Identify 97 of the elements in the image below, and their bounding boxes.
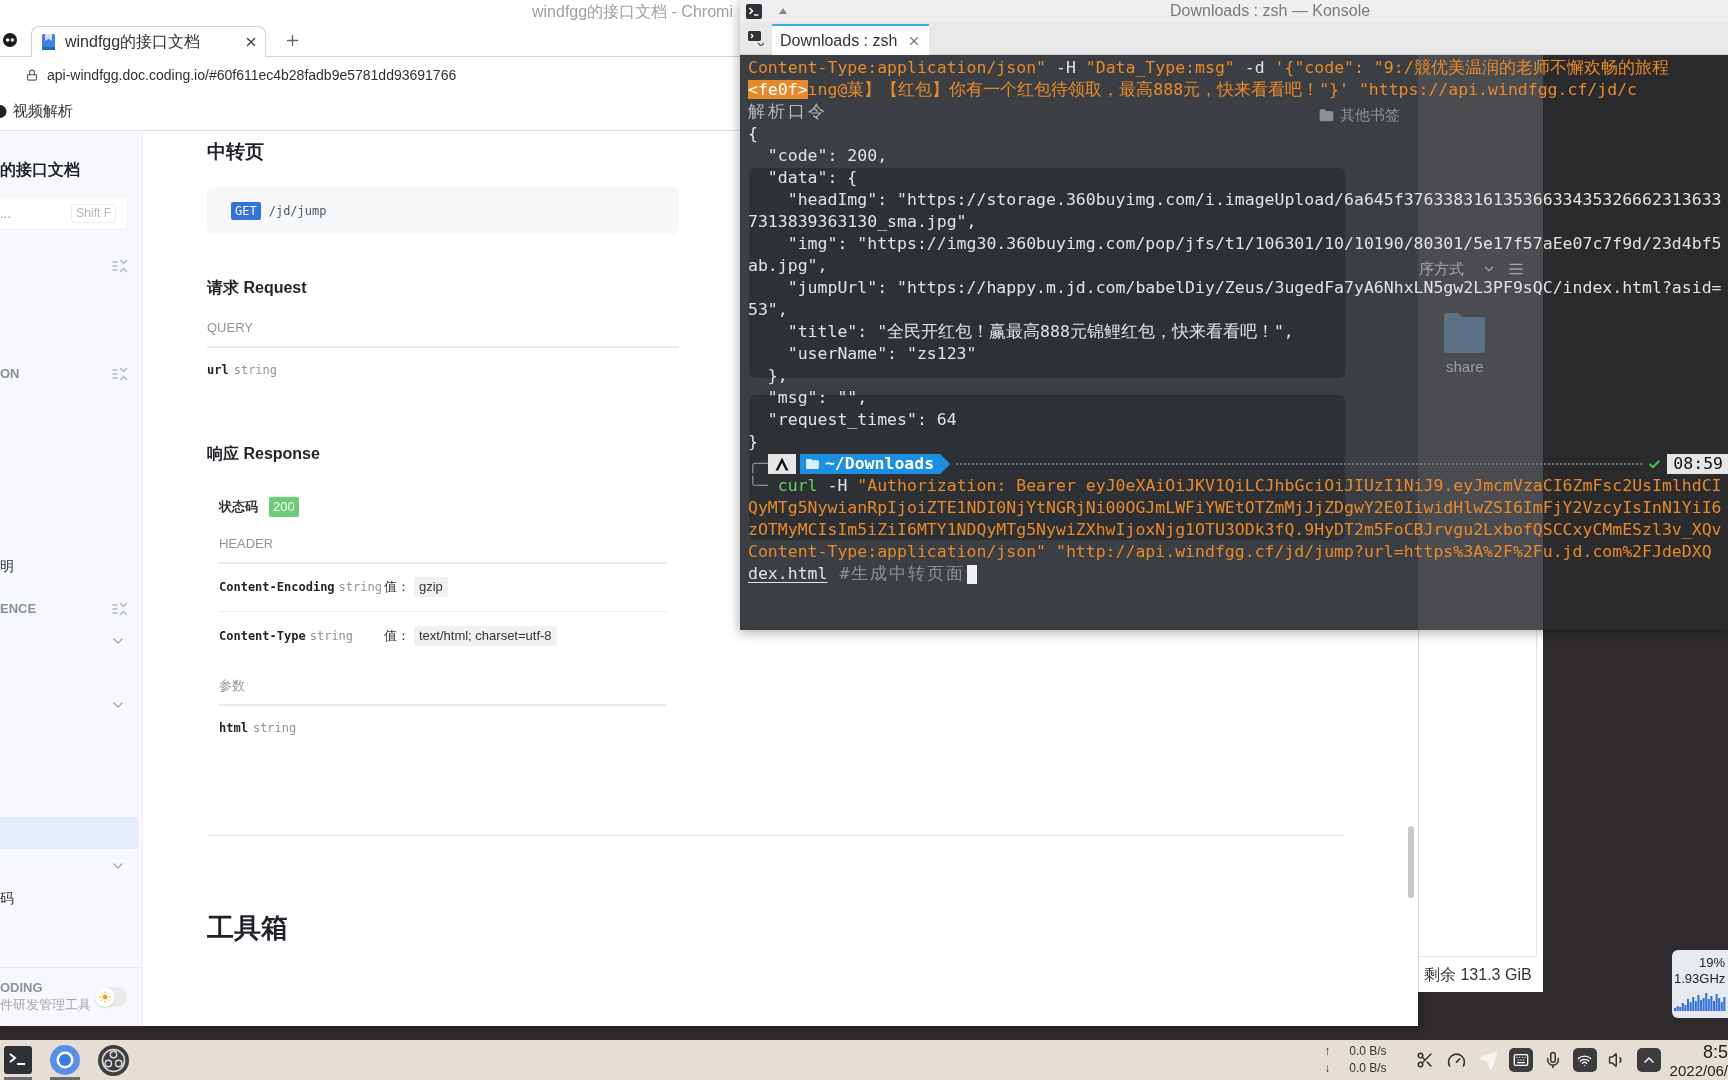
terminal-line: 53",	[748, 299, 788, 321]
brand-tagline: 件研发管理工具	[0, 996, 91, 1014]
terminal-line: },	[766, 365, 788, 387]
param-type: string	[252, 720, 297, 737]
terminal-line: }	[748, 431, 758, 453]
prompt-directory: ~/Downloads	[824, 453, 935, 475]
terminal-line: ab.jpg",	[748, 255, 828, 277]
terminal-tab[interactable]: Downloads : zsh	[772, 24, 930, 55]
window-title: windfgg的接口文档 - Chromi	[532, 2, 733, 22]
terminal-line: ╰─ curl -H "Authorization: Bearer eyJ0eXAiOiJKV1QiLCJhbGciOiJIUzI1NiJ9.eyJmcmVzaCI6ZmFsc2UsImlhdCI	[748, 475, 1722, 497]
list-icon	[1508, 261, 1524, 277]
terminal-line: "userName": "zs123"	[786, 343, 977, 365]
method-badge: GET	[231, 201, 261, 220]
param-name: html	[219, 720, 248, 737]
nav-item[interactable]: 码	[0, 887, 14, 909]
terminal-line: "data": {	[766, 167, 858, 189]
clock-date: 2022/06/	[1669, 1061, 1728, 1079]
group-label: HEADER	[219, 535, 274, 553]
header-type: string	[309, 628, 354, 645]
terminal-icon[interactable]	[4, 1046, 32, 1074]
gauge-icon[interactable]	[1447, 1050, 1467, 1070]
section-heading: ON	[0, 365, 20, 384]
terminal-icon[interactable]	[746, 3, 762, 19]
terminal-line: Content-Type:application/json" -H "Data_Type:msg" -d '{"code": "9:/競优美温润的老师不懈欢畅的旅程	[748, 57, 1669, 79]
header-type: string	[338, 579, 382, 596]
terminal-line: <fe0f>ıng@菓】【红包】你有一个红包待领取，最高888元，快来看看吧！"}' "https://api.windfgg.cf/jd/c	[748, 79, 1638, 101]
sidebar-title: 的接口文档	[0, 160, 80, 180]
page-heading: 中转页	[207, 140, 264, 164]
scrollbar-thumb[interactable]	[1408, 826, 1414, 898]
theme-toggle[interactable]	[95, 987, 127, 1007]
section-heading: 响应 Response	[207, 444, 320, 464]
net-speed: 0.0 B/s	[1349, 1060, 1387, 1077]
sun-icon	[95, 987, 115, 1007]
terminal-line: QyMTg5NywianRpIjoiZTE1NDI0NjYtNGRjNi00OGJmLWFiYWEtOTZmMjJjZDgwY2E0IiwidHlwZSI6ImFjY2VzcyIsInN1YiI6	[748, 497, 1722, 519]
header-name: Content-Type	[219, 628, 306, 645]
favicon-icon	[0, 105, 7, 118]
status-badge: 200	[269, 497, 299, 517]
terminal-line: {	[748, 123, 758, 145]
caret-up-icon[interactable]	[1636, 1048, 1661, 1072]
prompt-time: 08:59	[1667, 454, 1728, 474]
browser-tab[interactable]: windfgg的接口文档	[31, 26, 266, 57]
status-label: 状态码	[219, 498, 258, 517]
swirl-icon[interactable]	[98, 1044, 129, 1076]
bookmark-folder-label: 其他书签	[1340, 105, 1400, 125]
terminal-line: "jumpUrl": "https://happy.m.jd.com/babelDiy/Zeus/3ugedFa7yA6NhxLN5gw2L3PF9sQC/index.html?asid=	[786, 277, 1722, 299]
terminal-line: "request_times": 64	[766, 409, 957, 431]
bookmark-item[interactable]: 视频解析	[0, 100, 73, 123]
close-icon[interactable]	[244, 35, 258, 49]
folder-icon	[1319, 108, 1334, 123]
net-speed: 0.0 B/s	[1349, 1043, 1387, 1060]
terminal-line: "code": 200,	[766, 145, 888, 167]
wifi-icon[interactable]	[1572, 1048, 1597, 1072]
section-title: 工具箱	[207, 912, 288, 945]
header-value: text/html; charset=utf-8	[414, 626, 557, 646]
window-title: Downloads : zsh — Konsole	[1170, 1, 1371, 21]
group-label: 参数	[219, 677, 245, 695]
terminal-line: "img": "https://img30.360buyimg.com/pop/jfs/t1/106301/10/10190/80301/5e17f57aEe07c7f9d/23d4bf5	[786, 233, 1722, 255]
speed-arrow: ↓	[1324, 1060, 1332, 1077]
terminal-line: zOTMyMCIsIm5iZiI6MTY1NDQyMTg5NywiZXhwIjoxNjg1OTU3ODk3fQ.9HyDT2m5FoCBJrvgu2LxbofQSCCxyCMmESzl3v_XQv	[748, 519, 1722, 541]
free-space-label: 剩余 131.3 GiB	[1424, 964, 1532, 985]
folder-name: share	[1446, 357, 1484, 377]
speed-arrow: ↑	[1324, 1043, 1332, 1060]
terminal-line: "msg": "",	[766, 387, 868, 409]
folder-icon	[805, 459, 819, 469]
terminal-line: "title": "全民开红包！赢最高888元锦鲤红包，快来看看吧！",	[786, 321, 1294, 343]
value-label: 值：	[384, 627, 410, 646]
group-label: QUERY	[207, 319, 253, 337]
param-type: string	[233, 362, 278, 379]
brand-name: ODING	[0, 980, 44, 996]
header-name: Content-Encoding	[219, 579, 335, 596]
terminal-line: Content-Type:application/json" "http://api.windfgg.cf/jd/jump?url=https%3A%2F%2Fu.jd.com%2FJdeDXQ	[748, 541, 1712, 563]
section-heading: ENCE	[0, 600, 37, 619]
keyboard-icon[interactable]	[1508, 1048, 1533, 1072]
clock-time: 8:5	[1702, 1041, 1728, 1062]
shortcut-hint: Shift F	[71, 204, 116, 223]
terminal-line: dex.html #生成中转页面	[748, 563, 966, 585]
param-name: url	[207, 362, 229, 379]
header-value: gzip	[414, 577, 448, 597]
lock-icon[interactable]	[26, 69, 38, 81]
endpoint-path: /jd/jump	[268, 202, 327, 220]
scissors-icon[interactable]	[1415, 1051, 1434, 1069]
section-heading: 请求 Request	[207, 278, 307, 298]
terminal-line: 7313839363130_sma.jpg",	[748, 211, 977, 233]
ring-icon[interactable]	[50, 1045, 80, 1075]
prompt-frame: ╭─	[748, 453, 768, 475]
book-icon	[42, 34, 55, 50]
value-label: 值：	[384, 578, 410, 597]
new-tab-icon[interactable]	[748, 30, 764, 46]
cpu-clock: 1.93GHz	[1674, 971, 1727, 987]
nav-item[interactable]: 明	[0, 555, 14, 577]
circle-eyes-icon[interactable]	[3, 33, 17, 47]
terminal-line: 解析口令	[748, 101, 828, 123]
cpu-usage: 19%	[1698, 955, 1726, 971]
url-field[interactable]: api-windfgg.doc.coding.io/#60f611ec4b28fadb9e5781dd93691766	[47, 64, 457, 86]
terminal-line: "headImg": "https://storage.360buyimg.com/i.imageUpload/6a645f37633831613536633435326662313633	[786, 189, 1722, 211]
folder-icon	[1444, 313, 1485, 353]
sort-label: 序方式	[1419, 259, 1464, 279]
